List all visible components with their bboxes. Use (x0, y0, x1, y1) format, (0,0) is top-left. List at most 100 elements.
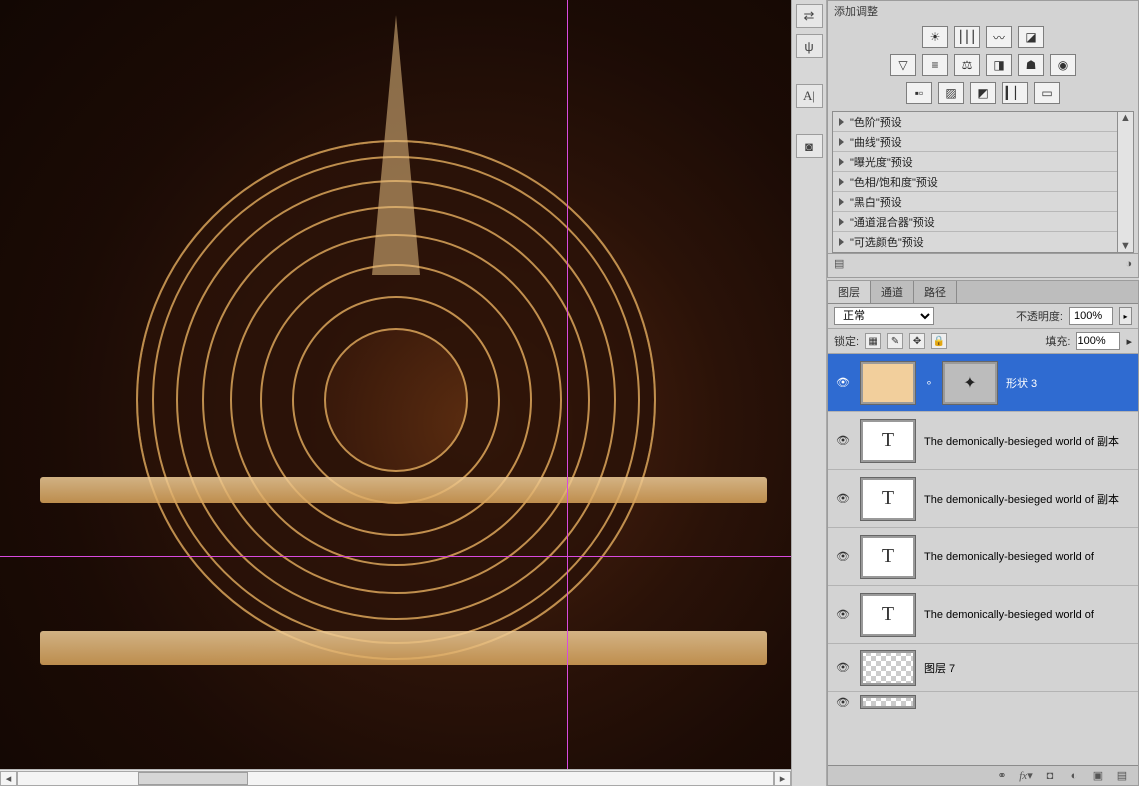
vector-mask-thumbnail[interactable]: ✦ (942, 361, 998, 405)
lock-position-icon[interactable]: ✥ (909, 333, 925, 349)
fill-input[interactable] (1076, 332, 1120, 350)
artwork-spire (372, 15, 420, 275)
curves-icon[interactable]: 〰 (986, 26, 1012, 48)
layer-name[interactable]: The demonically-besieged world of 副本 (924, 433, 1132, 449)
new-adjustment-layer-icon[interactable]: ◐ (1066, 769, 1082, 783)
adjustments-row-1: ☀ ⎮⎮⎮ 〰 ◪ (828, 23, 1138, 51)
guide-horizontal[interactable] (0, 556, 791, 557)
layer-name[interactable]: 图层 7 (924, 660, 1132, 676)
panel-tabs: 图层 通道 路径 (828, 281, 1138, 304)
adjustment-clip-icon[interactable]: ▤ (834, 257, 844, 270)
preset-label: "色相/饱和度"预设 (850, 174, 938, 190)
tab-layers[interactable]: 图层 (828, 281, 871, 303)
layer-fx-icon[interactable]: fx▾ (1018, 769, 1034, 783)
layer-name[interactable]: The demonically-besieged world of 副本 (924, 491, 1132, 507)
preset-hue-sat[interactable]: "色相/饱和度"预设 (833, 172, 1117, 192)
presets-scrollbar[interactable]: ▲▼ (1118, 111, 1134, 253)
disclosure-triangle-icon (839, 238, 844, 246)
new-group-icon[interactable]: ▣ (1090, 769, 1106, 783)
add-mask-icon[interactable]: ◘ (1042, 769, 1058, 783)
visibility-toggle-icon[interactable]: 👁 (834, 659, 852, 677)
text-layer-thumbnail[interactable]: T (860, 535, 916, 579)
channel-mixer-icon[interactable]: ◉ (1050, 54, 1076, 76)
visibility-toggle-icon[interactable]: 👁 (834, 693, 852, 711)
preset-exposure[interactable]: "曝光度"预设 (833, 152, 1117, 172)
visibility-toggle-icon[interactable]: 👁 (834, 490, 852, 508)
text-layer-thumbnail[interactable]: T (860, 419, 916, 463)
preset-curves[interactable]: "曲线"预设 (833, 132, 1117, 152)
disclosure-triangle-icon (839, 118, 844, 126)
layer-row-text-4[interactable]: 👁 T The demonically-besieged world of (828, 586, 1138, 644)
preset-black-white[interactable]: "黑白"预设 (833, 192, 1117, 212)
adjustments-row-3: ▪▫ ▨ ◩ ▎▏ ▭ (828, 79, 1138, 107)
disclosure-triangle-icon (839, 178, 844, 186)
vibrance-icon[interactable]: ▽ (890, 54, 916, 76)
lock-pixels-icon[interactable]: ✎ (887, 333, 903, 349)
blend-mode-select[interactable]: 正常 (834, 307, 934, 325)
text-layer-thumbnail[interactable]: T (860, 477, 916, 521)
opacity-input[interactable] (1069, 307, 1113, 325)
preset-channel-mixer[interactable]: "通道混合器"预设 (833, 212, 1117, 232)
lock-all-icon[interactable]: 🔒 (931, 333, 947, 349)
layer-row-shape3[interactable]: 👁 ∘ ✦ 形状 3 (828, 354, 1138, 412)
link-layers-icon[interactable]: ⚭ (994, 769, 1010, 783)
guide-vertical[interactable] (567, 0, 568, 769)
raster-layer-thumbnail[interactable] (860, 650, 916, 686)
layer-name[interactable]: The demonically-besieged world of (924, 609, 1132, 621)
layer-row-partial[interactable]: 👁 (828, 692, 1138, 712)
opacity-flyout-icon[interactable]: ▸ (1119, 307, 1132, 325)
scroll-thumb[interactable] (138, 772, 248, 785)
layer-thumbnail[interactable] (860, 361, 916, 405)
layer-name[interactable]: 形状 3 (1006, 375, 1132, 391)
adjustment-new-icon[interactable]: ◑ (1125, 258, 1132, 270)
raster-layer-thumbnail[interactable] (860, 695, 916, 709)
exposure-icon[interactable]: ◪ (1018, 26, 1044, 48)
lock-transparency-icon[interactable]: ▦ (865, 333, 881, 349)
app-root: ◂ ▸ ⇄ ψ A| ◙ 添加调整 ☀ ⎮⎮⎮ 〰 ◪ ▽ ≡ (0, 0, 1139, 786)
color-balance-icon[interactable]: ⚖ (954, 54, 980, 76)
tab-paths[interactable]: 路径 (914, 281, 957, 303)
layer-row-text-2[interactable]: 👁 T The demonically-besieged world of 副本 (828, 470, 1138, 528)
threshold-icon[interactable]: ◩ (970, 82, 996, 104)
scroll-right-button[interactable]: ▸ (774, 771, 791, 786)
text-layer-thumbnail[interactable]: T (860, 593, 916, 637)
visibility-toggle-icon[interactable]: 👁 (834, 548, 852, 566)
mask-link-icon[interactable]: ∘ (924, 376, 934, 389)
layer-name[interactable]: The demonically-besieged world of (924, 551, 1132, 563)
camera-icon[interactable]: ◙ (796, 134, 823, 158)
selective-color-icon[interactable]: ▭ (1034, 82, 1060, 104)
visibility-toggle-icon[interactable]: 👁 (834, 606, 852, 624)
new-layer-icon[interactable]: ▤ (1114, 769, 1130, 783)
preset-levels[interactable]: "色阶"预设 (833, 112, 1117, 132)
brightness-contrast-icon[interactable]: ☀ (922, 26, 948, 48)
lock-label: 锁定: (834, 333, 859, 349)
canvas-horizontal-scrollbar[interactable]: ◂ ▸ (0, 769, 791, 786)
opacity-label: 不透明度: (1016, 308, 1063, 324)
visibility-toggle-icon[interactable]: 👁 (834, 374, 852, 392)
document-canvas[interactable] (0, 0, 791, 769)
scroll-left-button[interactable]: ◂ (0, 771, 17, 786)
tab-channels[interactable]: 通道 (871, 281, 914, 303)
scroll-track[interactable] (17, 771, 774, 786)
swap-icon[interactable]: ⇄ (796, 4, 823, 28)
disclosure-triangle-icon (839, 198, 844, 206)
layer-row-text-3[interactable]: 👁 T The demonically-besieged world of (828, 528, 1138, 586)
visibility-toggle-icon[interactable]: 👁 (834, 432, 852, 450)
disclosure-triangle-icon (839, 218, 844, 226)
gradient-map-icon[interactable]: ▎▏ (1002, 82, 1028, 104)
levels-icon[interactable]: ⎮⎮⎮ (954, 26, 980, 48)
photo-filter-icon[interactable]: ☗ (1018, 54, 1044, 76)
black-white-icon[interactable]: ◨ (986, 54, 1012, 76)
layer-row-layer7[interactable]: 👁 图层 7 (828, 644, 1138, 692)
preset-selective-color[interactable]: "可选颜色"预设 (833, 232, 1117, 252)
usb-icon[interactable]: ψ (796, 34, 823, 58)
hue-saturation-icon[interactable]: ≡ (922, 54, 948, 76)
preset-label: "黑白"预设 (850, 194, 902, 210)
fill-flyout-icon[interactable]: ▸ (1126, 335, 1132, 348)
layer-row-text-1[interactable]: 👁 T The demonically-besieged world of 副本 (828, 412, 1138, 470)
adjustments-panel: 添加调整 ☀ ⎮⎮⎮ 〰 ◪ ▽ ≡ ⚖ ◨ ☗ ◉ ▪▫ ▨ ◩ ▎▏ ▭ (827, 0, 1139, 278)
invert-icon[interactable]: ▪▫ (906, 82, 932, 104)
artwork-bar-upper (40, 477, 768, 503)
character-panel-icon[interactable]: A| (796, 84, 823, 108)
posterize-icon[interactable]: ▨ (938, 82, 964, 104)
